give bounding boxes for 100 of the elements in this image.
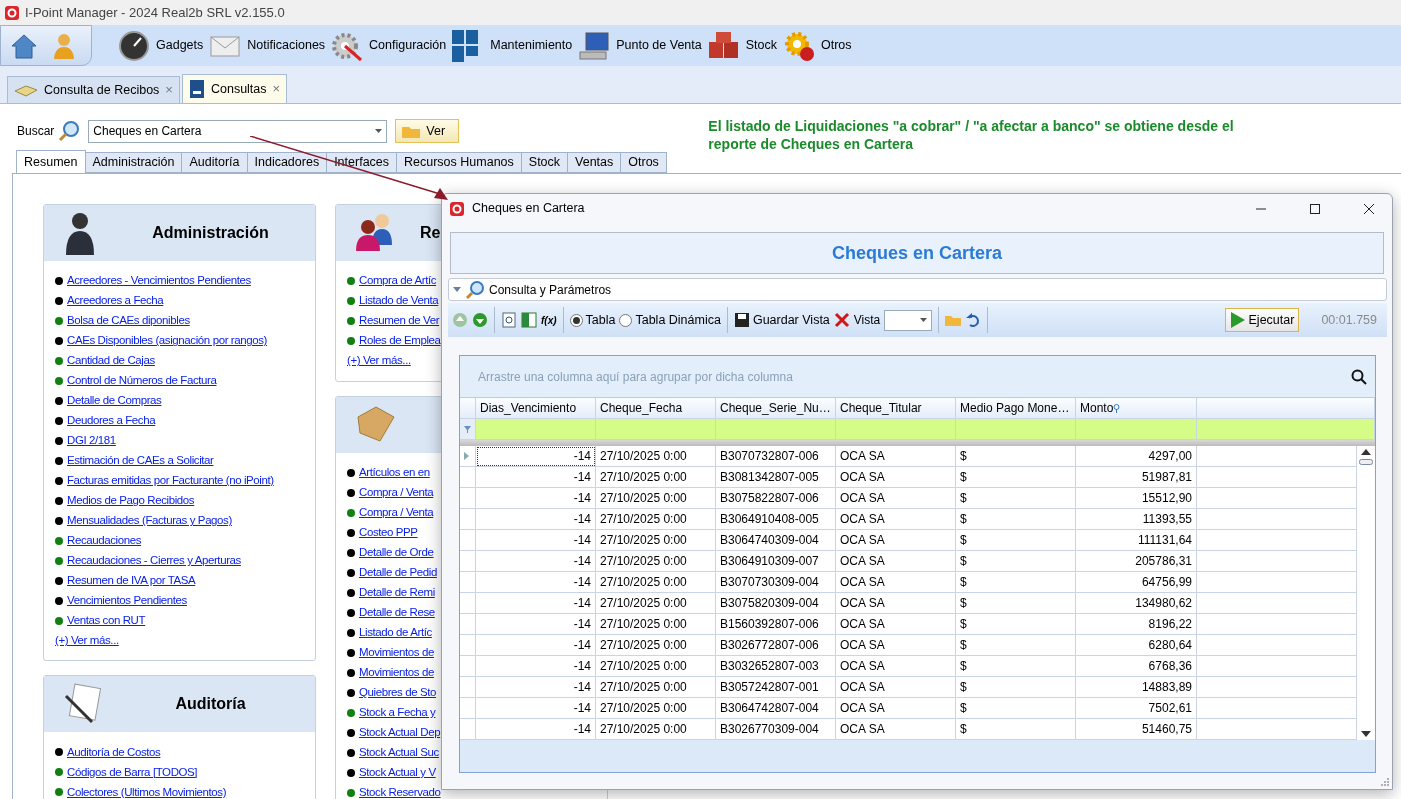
document-tab[interactable]: Consulta de Recibos ×: [7, 76, 180, 103]
parameters-panel[interactable]: Consulta y Parámetros: [448, 278, 1387, 301]
row-header[interactable]: [460, 572, 476, 593]
close-icon[interactable]: ×: [272, 79, 281, 99]
view-button[interactable]: Ver: [395, 119, 460, 143]
row-header[interactable]: [460, 467, 476, 488]
report-link[interactable]: DGI 2/181: [67, 432, 116, 450]
report-link[interactable]: Compra / Venta: [359, 484, 434, 502]
ribbon-button[interactable]: Punto de Venta: [578, 29, 708, 62]
ribbon-button[interactable]: Notificaciones: [209, 29, 332, 62]
tab[interactable]: Stock: [521, 152, 569, 173]
ribbon-button[interactable]: Mantenimiento: [452, 29, 579, 62]
report-link[interactable]: CAEs Disponibles (asignación por rangos): [67, 332, 268, 350]
tab[interactable]: Interfaces: [327, 152, 398, 173]
report-link[interactable]: Movimientos de: [359, 664, 434, 682]
row-header[interactable]: [460, 698, 476, 719]
column-header[interactable]: Dias_Vencimiento: [476, 398, 596, 419]
tab[interactable]: Resumen: [16, 150, 86, 173]
column-header[interactable]: Cheque_Serie_Nu…: [716, 398, 836, 419]
ribbon-button[interactable]: Gadgets: [118, 29, 210, 62]
close-icon[interactable]: ×: [165, 80, 173, 100]
up-circle-icon[interactable]: [452, 312, 468, 328]
tab[interactable]: Otros: [621, 152, 667, 173]
row-header[interactable]: [460, 488, 476, 509]
row-header[interactable]: [460, 446, 476, 467]
report-link[interactable]: Costeo PPP: [359, 524, 418, 542]
report-link[interactable]: Control de Números de Factura: [67, 372, 217, 390]
filter-cell[interactable]: [836, 419, 956, 440]
report-link[interactable]: Resumen de Ver: [359, 312, 440, 330]
undo-icon[interactable]: [965, 312, 982, 328]
report-link[interactable]: Detalle de Orde: [359, 544, 434, 562]
radio-option[interactable]: Tabla: [569, 310, 616, 330]
scroll-down-icon[interactable]: [1361, 731, 1371, 737]
search-icon[interactable]: [1351, 368, 1367, 385]
report-link[interactable]: Detalle de Pedid: [359, 564, 437, 582]
scroll-thumb-icon[interactable]: [1359, 459, 1373, 465]
report-link[interactable]: Detalle de Rese: [359, 604, 435, 622]
formula-button[interactable]: f(x): [541, 312, 557, 328]
report-link[interactable]: Recaudaciones - Cierres y Aperturas: [67, 552, 241, 570]
filter-cell[interactable]: [716, 419, 836, 440]
maximize-icon[interactable]: [1309, 202, 1321, 215]
save-view-button[interactable]: Guardar Vista: [733, 310, 830, 330]
row-header[interactable]: [460, 509, 476, 530]
report-link[interactable]: Estimación de CAEs a Solicitar: [67, 452, 214, 470]
view-combo[interactable]: [884, 309, 933, 331]
row-header[interactable]: [460, 719, 476, 740]
report-link[interactable]: Stock Reservado: [359, 784, 441, 799]
ribbon-button[interactable]: Stock: [707, 29, 783, 62]
column-header[interactable]: Monto: [1076, 398, 1197, 419]
ribbon-button[interactable]: Configuración: [331, 29, 453, 62]
column-header[interactable]: Cheque_Titular: [836, 398, 956, 419]
report-link[interactable]: Roles de Emplea: [359, 332, 441, 350]
spreadsheet-icon[interactable]: [521, 312, 537, 328]
report-link[interactable]: Deudores a Fecha: [67, 412, 156, 430]
report-link[interactable]: Listado de Artíc: [359, 624, 432, 642]
filter-cell[interactable]: [1076, 419, 1197, 440]
row-header[interactable]: [460, 530, 476, 551]
tab[interactable]: Recursos Humanos: [397, 152, 522, 173]
radio-option[interactable]: Tabla Dinámica: [619, 310, 721, 330]
report-link[interactable]: Acreedores - Vencimientos Pendientes: [67, 272, 251, 290]
preview-icon[interactable]: [501, 312, 517, 328]
report-link[interactable]: Recaudaciones: [67, 532, 142, 550]
row-header[interactable]: [460, 677, 476, 698]
down-circle-icon[interactable]: [472, 312, 488, 328]
report-link[interactable]: Stock a Fecha y: [359, 704, 436, 722]
document-tab[interactable]: Consultas ×: [181, 74, 288, 103]
close-icon[interactable]: [1363, 202, 1375, 215]
column-header[interactable]: Cheque_Fecha: [596, 398, 716, 419]
report-link[interactable]: Mensualidades (Facturas y Pagos): [67, 512, 232, 530]
report-link[interactable]: Vencimientos Pendientes: [67, 592, 187, 610]
row-header[interactable]: [460, 656, 476, 677]
report-link[interactable]: Resumen de IVA por TASA: [67, 572, 196, 590]
report-link[interactable]: Medios de Pago Recibidos: [67, 492, 195, 510]
report-link[interactable]: Quiebres de Sto: [359, 684, 437, 702]
report-link[interactable]: Códigos de Barra [TODOS]: [67, 763, 198, 781]
run-button[interactable]: Ejecutar: [1224, 308, 1300, 332]
report-link[interactable]: Detalle de Remi: [359, 584, 435, 602]
delete-icon[interactable]: [833, 312, 850, 328]
tab[interactable]: Ventas: [568, 152, 622, 173]
column-header[interactable]: Medio Pago Mone…: [956, 398, 1076, 419]
report-link[interactable]: Acreedores a Fecha: [67, 292, 164, 310]
more-link[interactable]: (+) Ver más...: [347, 352, 411, 370]
report-link[interactable]: Compra de Artíc: [359, 272, 437, 290]
report-link[interactable]: Detalle de Compras: [67, 392, 162, 410]
report-link[interactable]: Auditoría de Costos: [67, 743, 161, 761]
ribbon-button[interactable]: Otros: [783, 29, 858, 62]
row-header[interactable]: [460, 551, 476, 572]
row-header[interactable]: [460, 614, 476, 635]
scroll-up-icon[interactable]: [1361, 449, 1371, 455]
report-link[interactable]: Ventas con RUT: [67, 612, 146, 630]
report-link[interactable]: Listado de Venta: [359, 292, 439, 310]
report-link[interactable]: Colectores (Ultimos Movimientos): [67, 783, 227, 799]
report-link[interactable]: Compra / Venta: [359, 504, 434, 522]
search-combo[interactable]: Cheques en Cartera: [88, 119, 388, 143]
row-header[interactable]: [460, 635, 476, 656]
row-header[interactable]: [460, 593, 476, 614]
report-link[interactable]: Stock Actual Suc: [359, 744, 439, 762]
filter-cell[interactable]: [956, 419, 1076, 440]
report-link[interactable]: Cantidad de Cajas: [67, 352, 155, 370]
more-link[interactable]: (+) Ver más...: [55, 632, 119, 650]
